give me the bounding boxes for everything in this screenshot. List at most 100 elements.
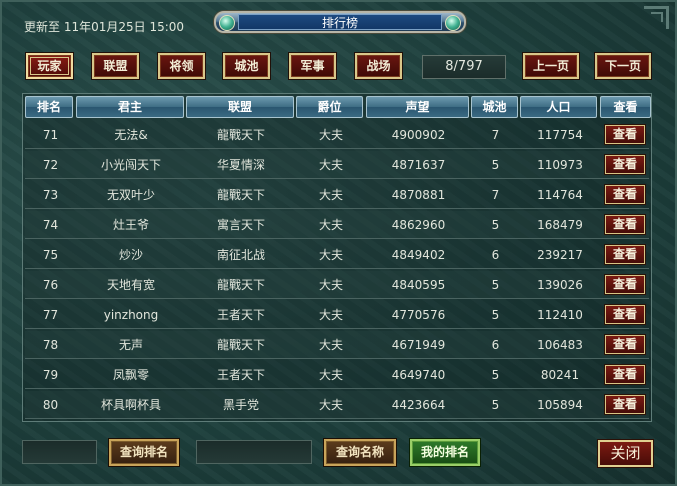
cell-alliance: 寓言天下 [216,218,265,232]
cell-cities: 7 [491,128,500,142]
cell-prestige: 4671949 [391,338,446,352]
cell-prestige: 4862960 [391,218,446,232]
cell-rank: 76 [42,278,59,292]
table-row: 73 无双叶少 龍戰天下 大夫 4870881 7 114764 查看 [25,181,649,209]
tab-military[interactable]: 军事 [289,53,336,79]
tab-alliances[interactable]: 联盟 [92,53,139,79]
view-button[interactable]: 查看 [605,125,645,144]
column-header-cities: 城池 [471,96,518,118]
view-button[interactable]: 查看 [605,275,645,294]
cell-lord: 无声 [118,338,143,352]
cell-prestige: 4423664 [391,398,446,412]
cell-title: 大夫 [318,308,343,322]
gem-ornament-icon [219,15,235,31]
cell-title: 大夫 [318,278,343,292]
view-button[interactable]: 查看 [605,245,645,264]
gem-ornament-icon [445,15,461,31]
title-bar: 排行榜 [214,11,466,33]
cell-lord: 无双叶少 [106,188,155,202]
cell-lord: 小光闯天下 [100,158,161,172]
column-header-lord: 君主 [76,96,184,118]
view-button[interactable]: 查看 [605,305,645,324]
name-search-input[interactable] [196,440,312,464]
rank-search-input[interactable] [22,440,97,464]
cell-title: 大夫 [318,398,343,412]
table-row: 76 天地有宽 龍戰天下 大夫 4840595 5 139026 查看 [25,271,649,299]
cell-lord: yinzhong [103,308,159,322]
cell-alliance: 龍戰天下 [216,338,265,352]
cell-alliance: 南征北战 [216,248,265,262]
query-name-button[interactable]: 查询名称 [324,439,396,466]
cell-rank: 77 [42,308,59,322]
column-header-title: 爵位 [296,96,363,118]
cell-rank: 79 [42,368,59,382]
cell-lord: 凤飘零 [112,368,149,382]
cell-prestige: 4649740 [391,368,446,382]
column-header-population: 人口 [520,96,597,118]
cell-cities: 6 [491,248,500,262]
tab-cities[interactable]: 城池 [223,53,270,79]
cell-cities: 5 [491,398,500,412]
cell-cities: 5 [491,218,500,232]
table-row: 71 无法& 龍戰天下 大夫 4900902 7 117754 查看 [25,121,649,149]
leaderboard-window: 更新至 11年01月25日 15:00 排行榜 玩家 联盟 将领 城池 军事 战… [0,0,677,486]
view-button[interactable]: 查看 [605,335,645,354]
cell-rank: 74 [42,218,59,232]
tab-battlefield[interactable]: 战场 [355,53,402,79]
cell-cities: 7 [491,188,500,202]
my-rank-button[interactable]: 我的排名 [410,439,480,466]
cell-population: 110973 [537,158,583,172]
table-row: 75 炒沙 南征北战 大夫 4849402 6 239217 查看 [25,241,649,269]
cell-title: 大夫 [318,218,343,232]
cell-population: 239217 [537,248,583,262]
cell-alliance: 龍戰天下 [216,278,265,292]
page-indicator: 8/797 [422,55,506,79]
cell-lord: 灶王爷 [112,218,149,232]
table-row: 72 小光闯天下 华夏情深 大夫 4871637 5 110973 查看 [25,151,649,179]
query-rank-button[interactable]: 查询排名 [109,439,179,466]
view-button[interactable]: 查看 [605,185,645,204]
cell-title: 大夫 [318,158,343,172]
view-button[interactable]: 查看 [605,215,645,234]
window-title: 排行榜 [238,14,442,30]
close-button[interactable]: 关闭 [598,440,653,467]
cell-title: 大夫 [318,248,343,262]
prev-page-button[interactable]: 上一页 [523,53,579,79]
cell-alliance: 华夏情深 [216,158,265,172]
cell-lord: 杯具啊杯具 [100,398,161,412]
cell-lord: 炒沙 [118,248,143,262]
cell-title: 大夫 [318,128,343,142]
view-button[interactable]: 查看 [605,155,645,174]
tab-players[interactable]: 玩家 [26,53,73,79]
column-header-prestige: 声望 [366,96,469,118]
table-row: 78 无声 龍戰天下 大夫 4671949 6 106483 查看 [25,331,649,359]
cell-population: 112410 [537,308,583,322]
corner-ornament [644,6,669,29]
cell-alliance: 王者天下 [216,308,265,322]
cell-population: 105894 [537,398,583,412]
table-row: 80 杯具啊杯具 黑手党 大夫 4423664 5 105894 查看 [25,391,649,419]
tab-generals[interactable]: 将领 [158,53,205,79]
cell-alliance: 王者天下 [216,368,265,382]
cell-population: 117754 [537,128,583,142]
table-row: 77 yinzhong 王者天下 大夫 4770576 5 112410 查看 [25,301,649,329]
cell-title: 大夫 [318,188,343,202]
cell-title: 大夫 [318,368,343,382]
next-page-button[interactable]: 下一页 [595,53,651,79]
cell-lord: 无法& [114,128,148,142]
cell-title: 大夫 [318,338,343,352]
cell-prestige: 4849402 [391,248,446,262]
cell-alliance: 龍戰天下 [216,128,265,142]
column-header-rank: 排名 [25,96,73,118]
view-button[interactable]: 查看 [605,365,645,384]
cell-population: 168479 [537,218,583,232]
cell-cities: 6 [491,338,500,352]
cell-prestige: 4840595 [391,278,446,292]
cell-cities: 5 [491,278,500,292]
cell-population: 139026 [537,278,583,292]
cell-rank: 80 [42,398,59,412]
cell-cities: 5 [491,158,500,172]
cell-rank: 72 [42,158,59,172]
view-button[interactable]: 查看 [605,395,645,414]
cell-prestige: 4870881 [391,188,446,202]
